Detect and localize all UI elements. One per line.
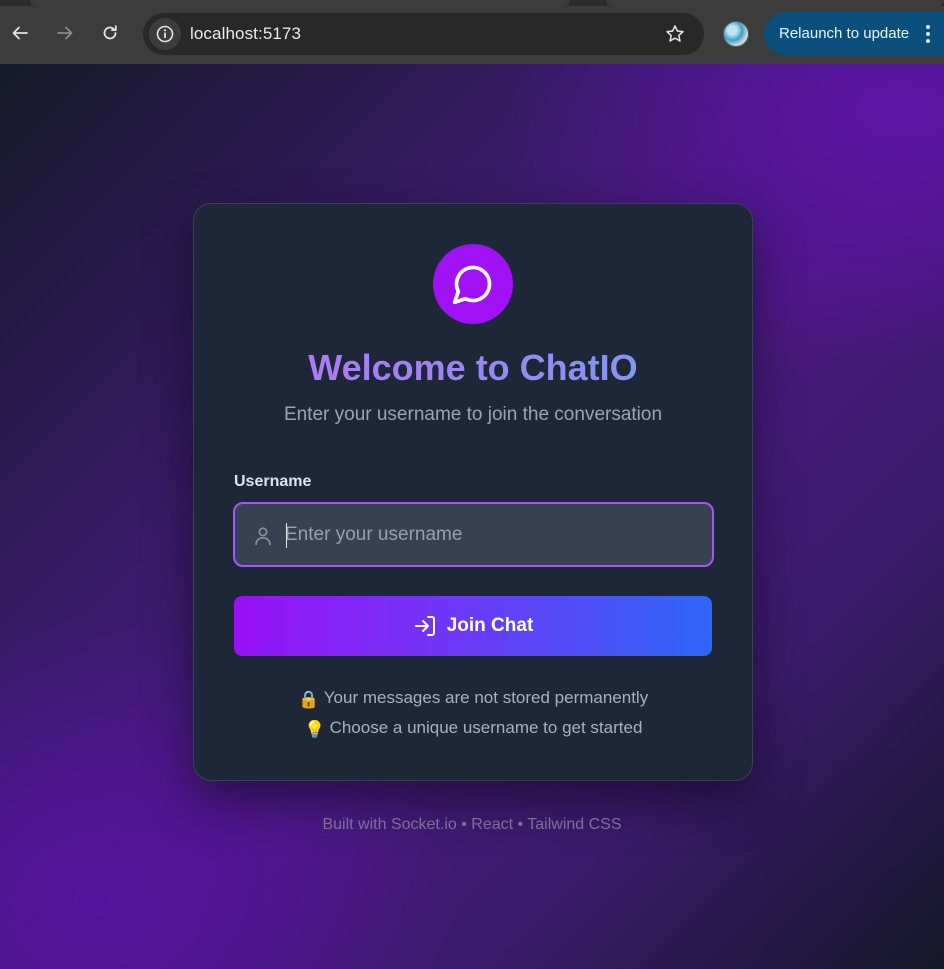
text-caret — [286, 523, 287, 548]
reload-icon — [103, 25, 117, 40]
reload-button[interactable] — [94, 17, 126, 49]
url-text[interactable]: localhost:5173 — [190, 24, 301, 44]
info-note-storage: 🔒 Your messages are not stored permanentl… — [194, 688, 752, 710]
address-bar[interactable]: localhost:5173 — [143, 13, 704, 55]
note-text: Your messages are not stored permanently — [323, 688, 649, 707]
arrow-right-icon — [57, 26, 73, 40]
page-background: Welcome to ChatIO Enter your username to… — [0, 64, 944, 969]
join-chat-label: Join Chat — [446, 615, 534, 636]
lightbulb-icon: 💡 — [303, 720, 326, 739]
username-field-wrapper[interactable] — [233, 502, 714, 567]
active-tab-edge — [30, 0, 570, 6]
relaunch-label: Relaunch to update — [779, 25, 910, 42]
lock-icon: 🔒 — [298, 690, 320, 709]
username-label: Username — [234, 473, 312, 490]
site-info-button[interactable] — [149, 18, 181, 50]
tab-edge — [606, 0, 944, 6]
info-note-username: 💡 Choose a unique username to get started — [194, 718, 752, 740]
browser-toolbar: localhost:5173 Relaunch to update — [0, 0, 944, 64]
kebab-menu-icon[interactable] — [926, 25, 930, 43]
tab-strip — [0, 0, 944, 6]
join-chat-button[interactable]: Join Chat — [234, 596, 712, 656]
chat-bubble-icon — [452, 265, 492, 305]
relaunch-update-button[interactable]: Relaunch to update — [764, 12, 944, 55]
note-text: Choose a unique username to get started — [329, 718, 643, 737]
page-title: Welcome to ChatIO — [194, 347, 752, 389]
back-button[interactable] — [4, 17, 36, 49]
star-icon[interactable] — [664, 23, 686, 45]
page-subtitle: Enter your username to join the conversa… — [283, 404, 663, 425]
user-icon — [255, 527, 271, 546]
username-input[interactable] — [285, 504, 705, 565]
log-in-icon — [414, 616, 435, 636]
info-icon — [156, 25, 174, 43]
footer-credits: Built with Socket.io • React • Tailwind … — [322, 816, 622, 833]
logo-badge — [433, 244, 513, 324]
forward-button[interactable] — [49, 17, 81, 49]
login-card: Welcome to ChatIO Enter your username to… — [193, 203, 753, 781]
avatar[interactable] — [723, 21, 749, 47]
arrow-left-icon — [12, 26, 28, 40]
